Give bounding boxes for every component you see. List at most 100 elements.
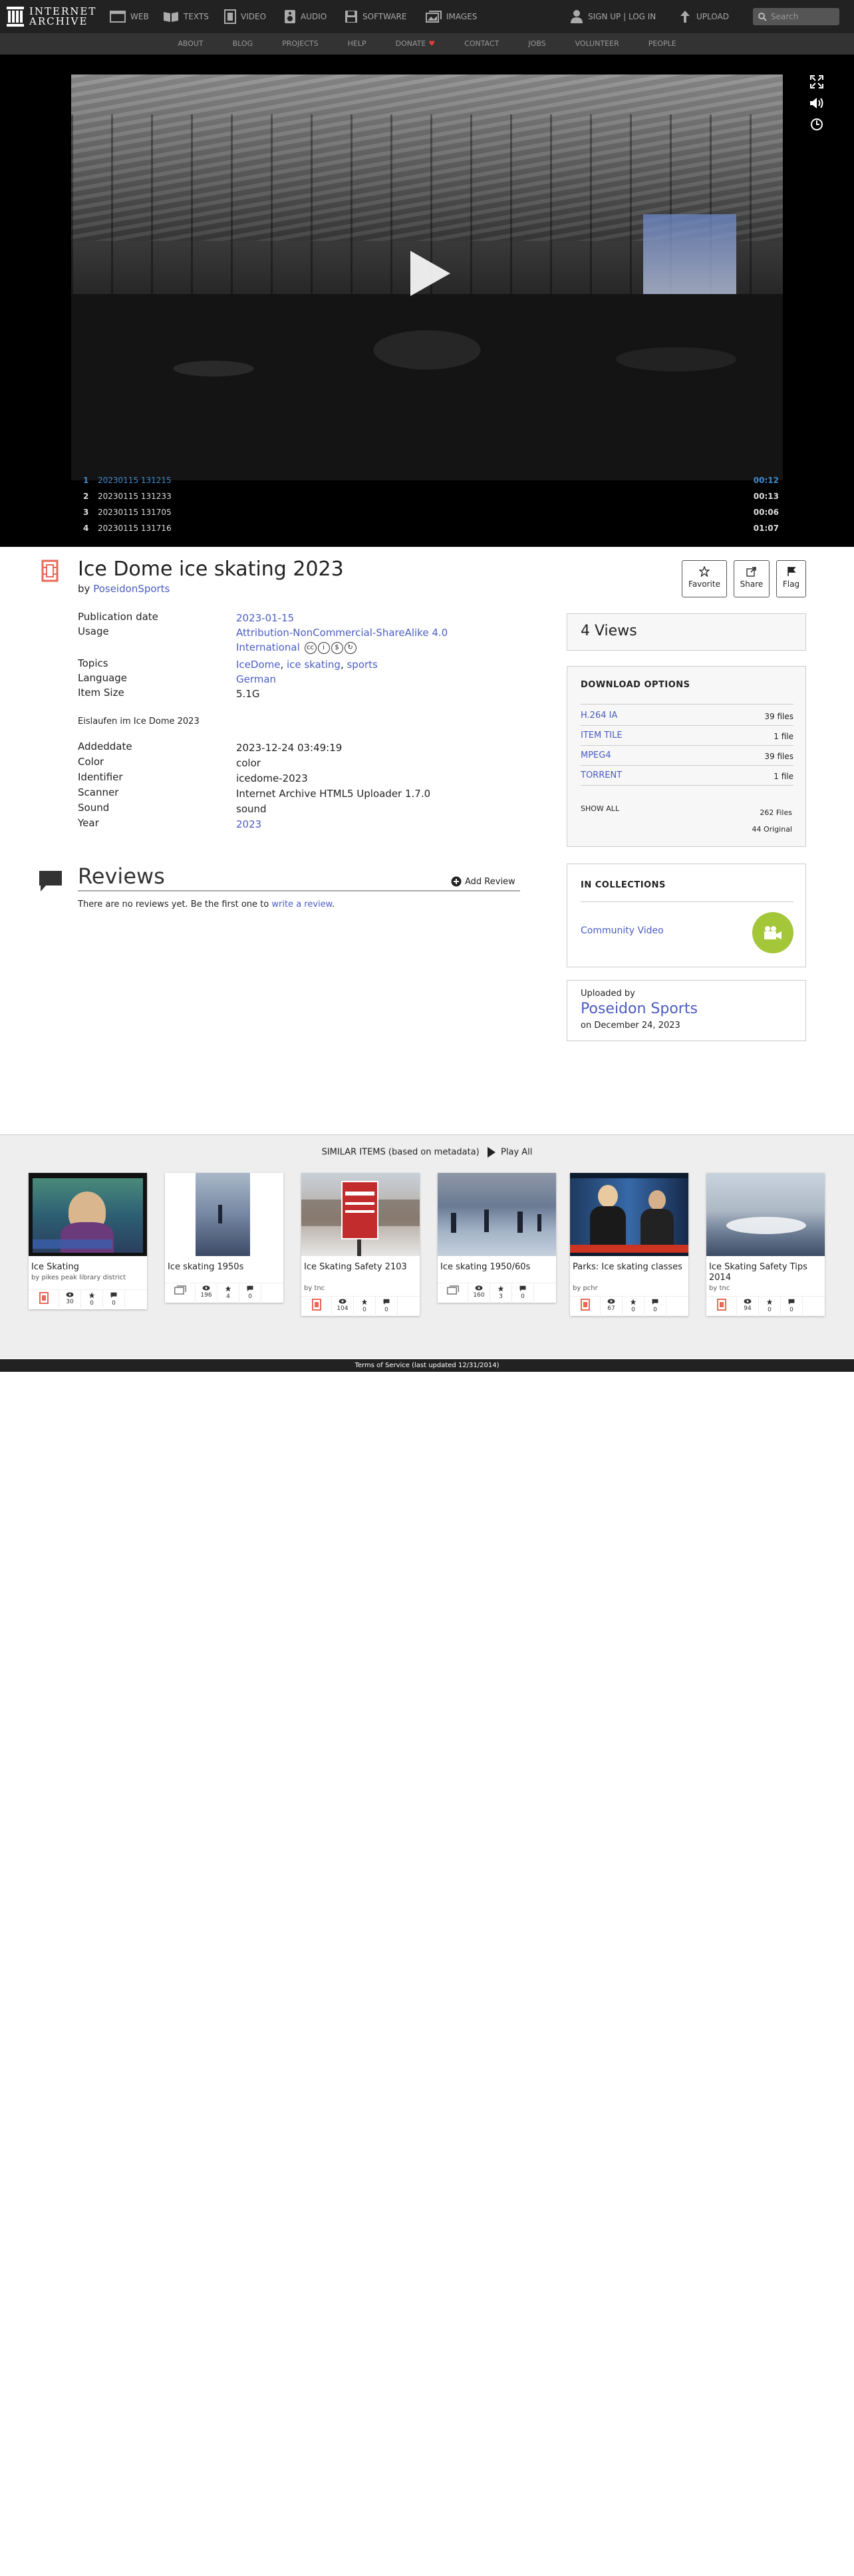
card-reviews-count: 0 [112, 1300, 116, 1307]
cc-by-icon: i [317, 641, 330, 654]
card-stats: 30 0 0 [29, 1289, 147, 1310]
license-link[interactable]: Attribution-NonCommercial-ShareAlike 4.0 [236, 627, 448, 639]
book-icon [164, 12, 178, 22]
language-link[interactable]: German [236, 673, 276, 685]
download-row[interactable]: TORRENT 1 file [581, 765, 793, 785]
creator-link[interactable]: PoseidonSports [93, 583, 170, 595]
card-views: 196 [196, 1283, 217, 1303]
play-icon[interactable] [410, 251, 450, 296]
share-button[interactable]: Share [734, 560, 770, 597]
comment-icon [652, 1299, 658, 1305]
favorite-button[interactable]: Favorite [682, 560, 727, 597]
playlist-item[interactable]: 2 20230115 131233 00:13 [71, 488, 783, 504]
card-thumbnail[interactable] [570, 1173, 688, 1256]
download-format-link[interactable]: MPEG4 [581, 750, 611, 760]
playlist-item-title: 20230115 131215 [98, 476, 172, 485]
signup-login-label: SIGN UP | LOG IN [588, 12, 656, 21]
card-favorites-count: 4 [226, 1293, 230, 1300]
card-stats: 94 0 0 [706, 1296, 825, 1317]
nav-texts[interactable]: TEXTS [163, 0, 209, 33]
play-icon[interactable] [487, 1147, 496, 1158]
card-type [438, 1283, 468, 1303]
similar-item-card[interactable]: Ice skating 1950s 196 4 0 [165, 1173, 283, 1303]
uploader-link[interactable]: Poseidon Sports [581, 1001, 698, 1017]
flag-button[interactable]: Flag [776, 560, 806, 597]
nav-audio[interactable]: AUDIO [284, 0, 327, 33]
reviews-heading: Reviews [78, 864, 165, 889]
identifier-value: icedome-2023 [236, 772, 308, 784]
card-thumbnail[interactable] [438, 1173, 556, 1256]
add-review-button[interactable]: Add Review [451, 876, 515, 887]
comment-icon [247, 1285, 253, 1291]
card-thumbnail[interactable] [301, 1173, 420, 1256]
subnav-contact[interactable]: CONTACT [450, 33, 513, 55]
nav-video[interactable]: VIDEO [224, 0, 266, 33]
playlist-item[interactable]: 1 20230115 131215 00:12 [71, 472, 783, 488]
nav-images[interactable]: IMAGES [426, 0, 477, 33]
download-format-link[interactable]: ITEM TILE [581, 730, 623, 740]
download-row[interactable]: ITEM TILE 1 file [581, 725, 793, 745]
scanner-value: Internet Archive HTML5 Uploader 1.7.0 [236, 788, 431, 800]
show-all-link[interactable]: SHOW ALL [581, 804, 619, 813]
subnav-help[interactable]: HELP [333, 33, 381, 55]
card-title[interactable]: Parks: Ice skating classes [573, 1262, 686, 1273]
nav-web[interactable]: WEB [110, 0, 149, 33]
card-thumbnail[interactable] [29, 1173, 147, 1256]
similar-item-card[interactable]: Parks: Ice skating classes by pchr 67 0 … [570, 1173, 688, 1317]
download-format-link[interactable]: H.264 IA [581, 711, 617, 721]
collection-thumbnail[interactable] [752, 912, 793, 953]
download-row[interactable]: H.264 IA 39 files [581, 705, 793, 725]
subnav-about[interactable]: ABOUT [163, 33, 217, 55]
subnav-projects[interactable]: PROJECTS [267, 33, 333, 55]
card-thumbnail[interactable] [706, 1173, 825, 1256]
signup-login-link[interactable]: SIGN UP | LOG IN [570, 0, 656, 33]
card-views: 160 [468, 1283, 490, 1303]
topic-link[interactable]: sports [347, 659, 377, 671]
eye-icon [66, 1292, 74, 1297]
card-title[interactable]: Ice Skating Safety Tips 2014 [709, 1262, 822, 1283]
upload-link[interactable]: UPLOAD [678, 0, 729, 33]
card-title[interactable]: Ice Skating Safety 2103 [304, 1262, 417, 1273]
nav-audio-label: AUDIO [301, 12, 327, 21]
collection-link[interactable]: Community Video [581, 925, 664, 936]
playlist-item[interactable]: 4 20230115 131716 01:07 [71, 520, 783, 536]
card-title[interactable]: Ice skating 1950s [168, 1262, 281, 1273]
eye-icon [607, 1299, 615, 1304]
license-link-line2[interactable]: International [236, 641, 300, 653]
card-thumbnail[interactable] [165, 1173, 283, 1256]
search-input[interactable] [771, 12, 831, 21]
similar-item-card[interactable]: Ice Skating Safety 2103 by tnc 104 0 0 [301, 1173, 420, 1317]
subnav-volunteer[interactable]: VOLUNTEER [561, 33, 634, 55]
subnav-jobs[interactable]: JOBS [513, 33, 560, 55]
subnav-donate[interactable]: DONATE ♥ [381, 33, 450, 55]
publication-date-link[interactable]: 2023-01-15 [236, 612, 294, 624]
subnav-people[interactable]: PEOPLE [634, 33, 691, 55]
similar-item-card[interactable]: Ice Skating by pikes peak library distri… [29, 1173, 147, 1310]
year-link[interactable]: 2023 [236, 818, 261, 830]
volume-icon[interactable] [807, 93, 827, 113]
playlist-item[interactable]: 3 20230115 131705 00:06 [71, 504, 783, 520]
search-box[interactable] [753, 8, 839, 25]
nav-software[interactable]: SOFTWARE [345, 0, 406, 33]
play-all-link[interactable]: Play All [501, 1148, 532, 1158]
terms-of-service-link[interactable]: Terms of Service (last updated 12/31/201… [355, 1362, 499, 1369]
download-row[interactable]: MPEG4 39 files [581, 745, 793, 765]
card-favorites-count: 3 [499, 1293, 503, 1300]
footer: Terms of Service (last updated 12/31/201… [0, 1359, 854, 1372]
card-title[interactable]: Ice skating 1950/60s [440, 1262, 553, 1273]
fullscreen-icon[interactable] [807, 72, 827, 92]
download-format-link[interactable]: TORRENT [581, 770, 622, 780]
topic-link[interactable]: IceDome [236, 659, 280, 671]
internet-archive-logo[interactable]: INTERNET ARCHIVE [7, 5, 96, 28]
video-player[interactable] [71, 75, 783, 480]
similar-item-card[interactable]: Ice skating 1950/60s 160 3 0 [438, 1173, 556, 1303]
similar-item-card[interactable]: Ice Skating Safety Tips 2014 by tnc 94 0… [706, 1173, 825, 1317]
write-review-link[interactable]: write a review [271, 899, 332, 909]
topic-link[interactable]: ice skating [287, 659, 341, 671]
card-title[interactable]: Ice Skating [31, 1262, 144, 1273]
card-reviews-count: 0 [384, 1307, 388, 1313]
comment-icon [39, 871, 62, 891]
video-frame-crowd [71, 294, 783, 480]
clock-icon[interactable] [807, 114, 827, 134]
subnav-blog[interactable]: BLOG [218, 33, 267, 55]
